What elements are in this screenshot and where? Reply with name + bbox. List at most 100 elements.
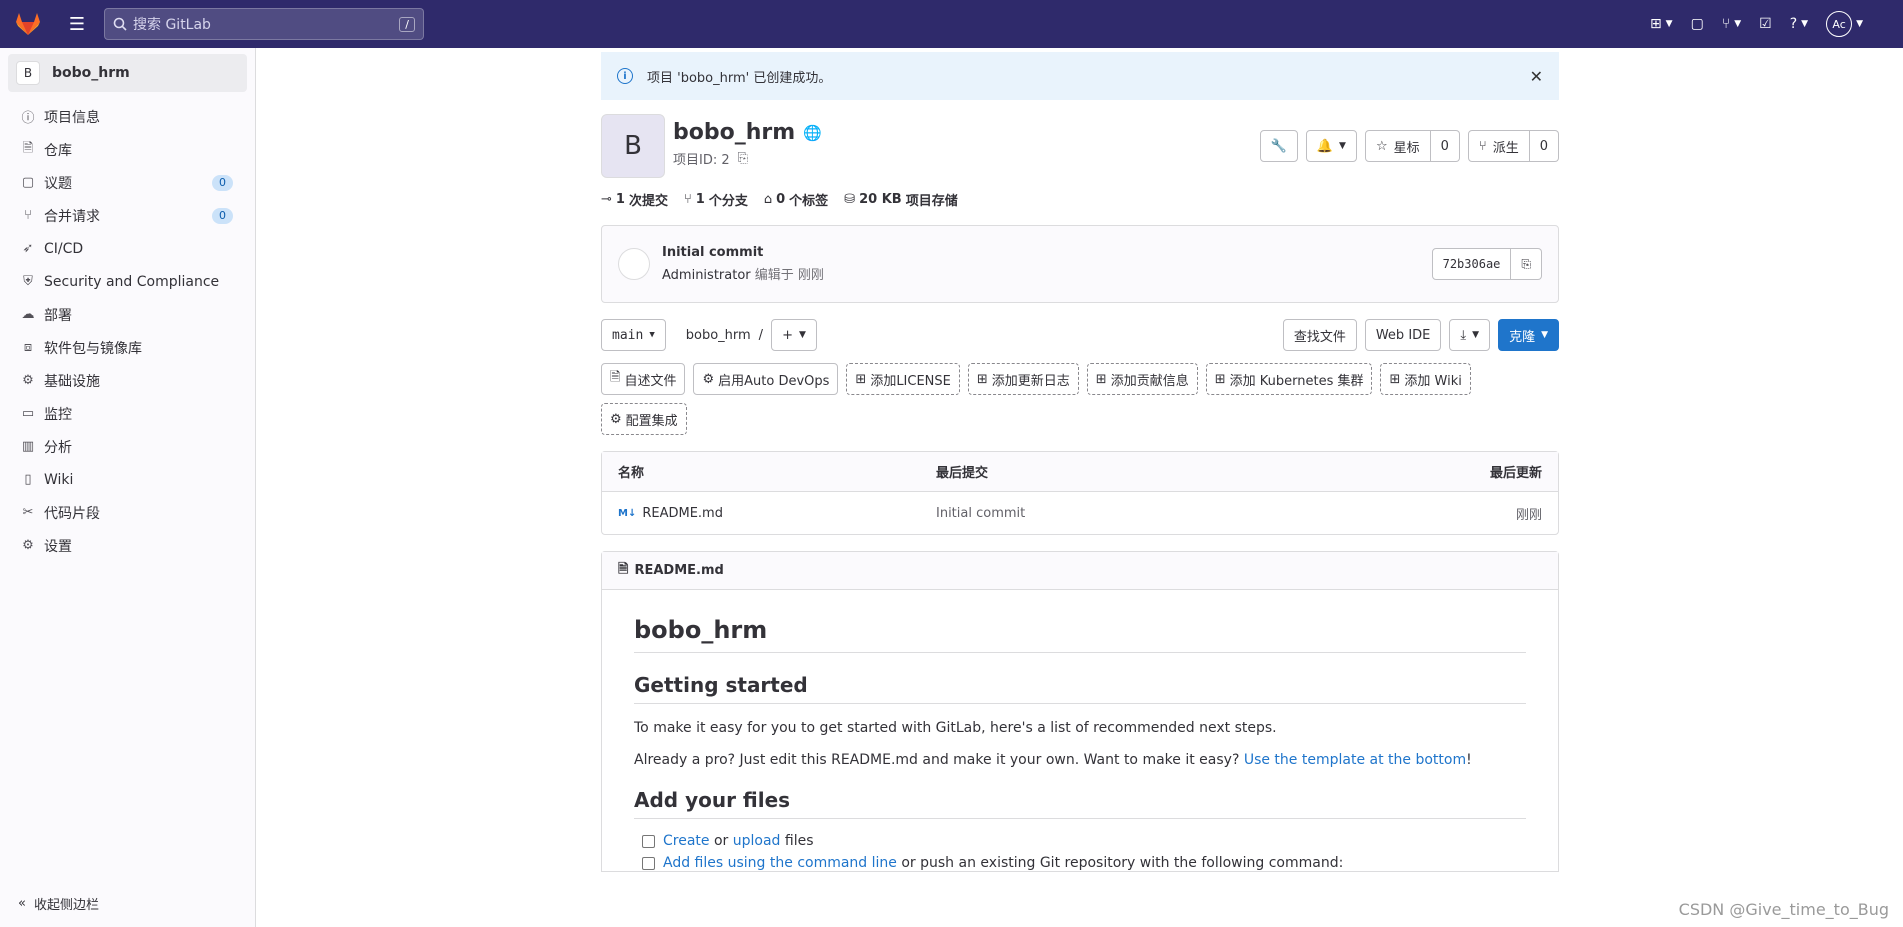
breadcrumb-project[interactable]: bobo_hrm: [686, 328, 751, 343]
quick-action-button[interactable]: ⚙ 启用Auto DevOps: [693, 363, 839, 395]
doc-icon: 🗎: [22, 140, 34, 156]
task1-tail: files: [784, 833, 814, 849]
top-bar: ☰ 搜索 GitLab / ⊞ ▼ ▢ ⑂ ▼ ☑ ? ▼ Ac ▼: [0, 0, 1903, 48]
count-badge: 0: [212, 174, 233, 191]
table-row[interactable]: M↓ README.md Initial commit 刚刚: [602, 492, 1558, 534]
command-line-link[interactable]: Add files using the command line: [663, 855, 897, 871]
close-icon[interactable]: ✕: [1530, 67, 1543, 86]
gitlab-logo-icon[interactable]: [14, 10, 42, 38]
monitor-icon: ▭: [21, 406, 35, 421]
quick-action-button[interactable]: ⚙ 配置集成: [601, 403, 687, 435]
issues-icon: ▢: [1690, 16, 1704, 32]
branch-selector[interactable]: main ▼: [601, 319, 666, 351]
sidebar-item-3[interactable]: ⑂ 合并请求 0: [0, 199, 255, 232]
sidebar-item-12[interactable]: ✂ 代码片段: [0, 496, 255, 529]
upload-link[interactable]: upload: [733, 833, 781, 849]
merge-request-icon: ⑂: [1721, 16, 1731, 32]
file-name[interactable]: README.md: [642, 506, 723, 521]
sidebar-item-10[interactable]: ▥ 分析: [0, 430, 255, 463]
user-menu-button[interactable]: Ac ▼: [1826, 11, 1863, 37]
sidebar-item-5[interactable]: ⛨ Security and Compliance: [0, 265, 255, 298]
quick-action-button[interactable]: ⊞ 添加 Wiki: [1380, 363, 1471, 395]
settings-wrench-button[interactable]: 🔧: [1259, 130, 1298, 162]
quick-action-button[interactable]: ⊞ 添加更新日志: [967, 363, 1079, 395]
markdown-icon: M↓: [618, 507, 637, 519]
copy-icon[interactable]: ⎘: [738, 151, 748, 166]
collapse-sidebar-button[interactable]: « 收起侧边栏: [18, 894, 99, 913]
shield-icon: ⛨: [23, 274, 33, 289]
sidebar-item-label: Security and Compliance: [44, 273, 220, 290]
search-input[interactable]: 搜索 GitLab /: [104, 8, 424, 40]
watermark: CSDN @Give_time_to_Bug: [1678, 900, 1889, 919]
repo-toolbar: main ▼ bobo_hrm / + ▼ 查找文件 Web IDE ⤓ ▼ 克隆 ▼: [601, 319, 1559, 351]
readme-filename[interactable]: README.md: [634, 563, 723, 578]
file-last-commit[interactable]: Initial commit: [936, 506, 1422, 521]
notification-button[interactable]: 🔔 ▼: [1305, 130, 1357, 162]
quick-action-label: 添加 Wiki: [1404, 373, 1462, 389]
sidebar-item-4[interactable]: ➶ CI/CD: [0, 232, 255, 265]
branch-icon: ⑂: [683, 192, 692, 207]
create-link[interactable]: Create: [663, 833, 710, 849]
merge-request-icon: ⑂: [24, 208, 32, 223]
globe-icon: 🌐: [803, 123, 822, 142]
fork-icon: ⑂: [1478, 138, 1487, 154]
stat-tags[interactable]: ⌂ 0 个标签: [764, 190, 828, 209]
help-button[interactable]: ? ▼: [1790, 16, 1808, 32]
sidebar-item-9[interactable]: ▭ 监控: [0, 397, 255, 430]
project-stats: ⊸ 1 次提交 ⑂ 1 个分支 ⌂ 0 个标签 ⛁ 20 KB 项目存储: [601, 190, 1559, 209]
quick-action-label: 自述文件: [624, 373, 677, 389]
commit-author[interactable]: Administrator: [662, 268, 751, 283]
sidebar-item-label: 代码片段: [44, 505, 100, 522]
todos-button[interactable]: ☑: [1759, 16, 1772, 32]
fork-button[interactable]: ⑂ 派生: [1467, 130, 1530, 162]
readme-h2-getting-started: Getting started: [634, 673, 1526, 704]
quick-action-button[interactable]: 🗎 自述文件: [601, 363, 686, 395]
quick-actions: 🗎 自述文件 ⚙ 启用Auto DevOps ⊞ 添加LICENSE ⊞ 添加更新日志 ⊞ 添加贡…: [601, 363, 1561, 435]
project-id: 项目ID: 2: [673, 153, 730, 168]
find-file-button[interactable]: 查找文件: [1282, 319, 1357, 351]
fork-count[interactable]: 0: [1529, 130, 1559, 162]
star-button[interactable]: ☆ 星标: [1364, 130, 1431, 162]
book-icon: ▯: [24, 472, 32, 487]
template-link[interactable]: Use the template at the bottom: [1244, 752, 1466, 768]
hamburger-menu-icon[interactable]: ☰: [66, 14, 88, 35]
sidebar-item-1[interactable]: 🗎 仓库: [0, 133, 255, 166]
star-count[interactable]: 0: [1430, 130, 1460, 162]
commit-sha[interactable]: 72b306ae: [1431, 248, 1512, 280]
disk-icon: ⛁: [844, 192, 856, 207]
quick-action-button[interactable]: ⊞ 添加 Kubernetes 集群: [1205, 363, 1373, 395]
add-to-tree-button[interactable]: + ▼: [771, 319, 817, 351]
chevron-down-icon: ▼: [1801, 19, 1809, 29]
web-ide-button[interactable]: Web IDE: [1364, 319, 1442, 351]
file-last-update: 刚刚: [1515, 507, 1542, 523]
download-button[interactable]: ⤓ ▼: [1449, 319, 1491, 351]
sidebar-item-8[interactable]: ⚙ 基础设施: [0, 364, 255, 397]
quick-action-button[interactable]: ⊞ 添加LICENSE: [846, 363, 960, 395]
stat-branches[interactable]: ⑂ 1 个分支: [684, 190, 748, 209]
sidebar-item-label: 部署: [44, 307, 72, 324]
sidebar-item-11[interactable]: ▯ Wiki: [0, 463, 255, 496]
copy-sha-button[interactable]: ⎘: [1511, 248, 1542, 280]
sidebar-item-6[interactable]: ☁ 部署: [0, 298, 255, 331]
new-dropdown-button[interactable]: ⊞ ▼: [1650, 16, 1673, 32]
stat-storage[interactable]: ⛁ 20 KB 项目存储: [844, 190, 958, 209]
task-checkbox[interactable]: [642, 834, 655, 848]
quick-action-button[interactable]: ⊞ 添加贡献信息: [1086, 363, 1198, 395]
sidebar-project-header[interactable]: B bobo_hrm: [8, 54, 247, 92]
merge-requests-button[interactable]: ⑂ ▼: [1722, 16, 1741, 32]
clone-button[interactable]: 克隆 ▼: [1498, 319, 1559, 351]
issues-button[interactable]: ▢: [1691, 16, 1704, 32]
search-shortcut: /: [399, 16, 415, 32]
stat-commits[interactable]: ⊸ 1 次提交: [601, 190, 668, 209]
sidebar-item-2[interactable]: ▢ 议题 0: [0, 166, 255, 199]
quick-action-label: 添加贡献信息: [1110, 373, 1189, 389]
sidebar-item-0[interactable]: ⓘ 项目信息: [0, 100, 255, 133]
commit-title[interactable]: Initial commit: [662, 245, 824, 260]
rocket-icon: ➶: [22, 241, 34, 256]
sidebar-item-13[interactable]: ⚙ 设置: [0, 529, 255, 562]
commits-count: 1: [615, 192, 625, 207]
project-avatar: B: [16, 61, 40, 85]
sidebar-item-7[interactable]: ⧈ 软件包与镜像库: [0, 331, 255, 364]
task-checkbox[interactable]: [642, 856, 655, 870]
info-icon: i: [617, 68, 633, 84]
